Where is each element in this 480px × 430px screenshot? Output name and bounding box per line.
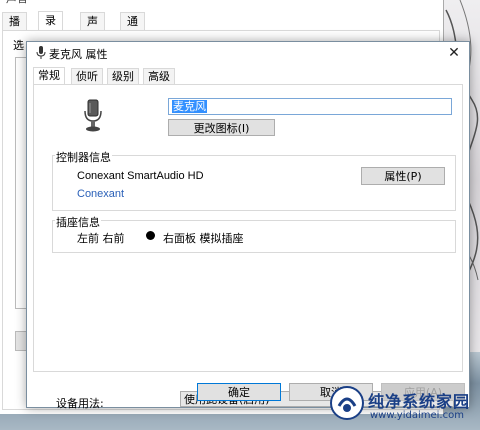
jack-color-dot	[146, 231, 155, 240]
jack-info-group: 插座信息 左前 右前 右面板 模拟插座	[52, 214, 456, 253]
sound-window-title: 声音	[6, 0, 28, 6]
watermark-brand: 纯净系统家园	[368, 392, 471, 411]
tab-levels[interactable]: 级别	[107, 68, 139, 84]
dialog-titlebar: 麦克风 属性 ✕	[27, 42, 469, 64]
tab-playback[interactable]: 播放	[2, 12, 27, 45]
controller-name: Conexant SmartAudio HD	[77, 170, 204, 182]
jack-description: 右面板 模拟插座	[163, 232, 244, 245]
site-watermark: 纯净系统家园 www.yidaimei.com	[330, 384, 480, 430]
watermark-url: www.yidaimei.com	[370, 410, 464, 421]
tab-general[interactable]: 常规	[33, 67, 65, 85]
microphone-small-icon	[36, 46, 46, 63]
tab-listen[interactable]: 侦听	[71, 68, 103, 84]
microphone-icon	[82, 99, 104, 136]
general-tab-panel: 麦克风 更改图标(I) 控制器信息 Conexant SmartAudio HD…	[33, 84, 463, 410]
tab-sounds[interactable]: 声音	[80, 12, 105, 45]
sound-window-instruction: 选	[13, 39, 24, 52]
tab-communications[interactable]: 通信	[120, 12, 145, 45]
ok-button[interactable]: 确定	[197, 383, 281, 401]
controller-vendor-link[interactable]: Conexant	[77, 188, 124, 200]
close-icon[interactable]: ✕	[445, 44, 463, 62]
device-name-input[interactable]: 麦克风	[168, 98, 452, 115]
device-usage-label: 设备用法:	[56, 397, 104, 410]
controller-info-label: 控制器信息	[55, 149, 112, 165]
tab-advanced[interactable]: 高级	[143, 68, 175, 84]
dialog-title: 麦克风 属性	[49, 48, 108, 61]
sound-window-titlebar: 声音	[0, 0, 443, 8]
properties-button[interactable]: 属性(P)	[361, 167, 445, 185]
device-name-value: 麦克风	[172, 100, 207, 113]
controller-info-group: 控制器信息 Conexant SmartAudio HD Conexant 属性…	[52, 149, 456, 211]
change-icon-button[interactable]: 更改图标(I)	[168, 119, 275, 136]
tab-recording[interactable]: 录制	[38, 11, 63, 44]
jack-info-label: 插座信息	[55, 214, 101, 230]
microphone-properties-dialog: 麦克风 属性 ✕ 常规 侦听 级别 高级 麦克风 更改图标(I) 控制器信息 C…	[26, 41, 470, 410]
watermark-logo-icon	[330, 386, 364, 423]
jack-location: 左前 右前	[77, 232, 125, 245]
